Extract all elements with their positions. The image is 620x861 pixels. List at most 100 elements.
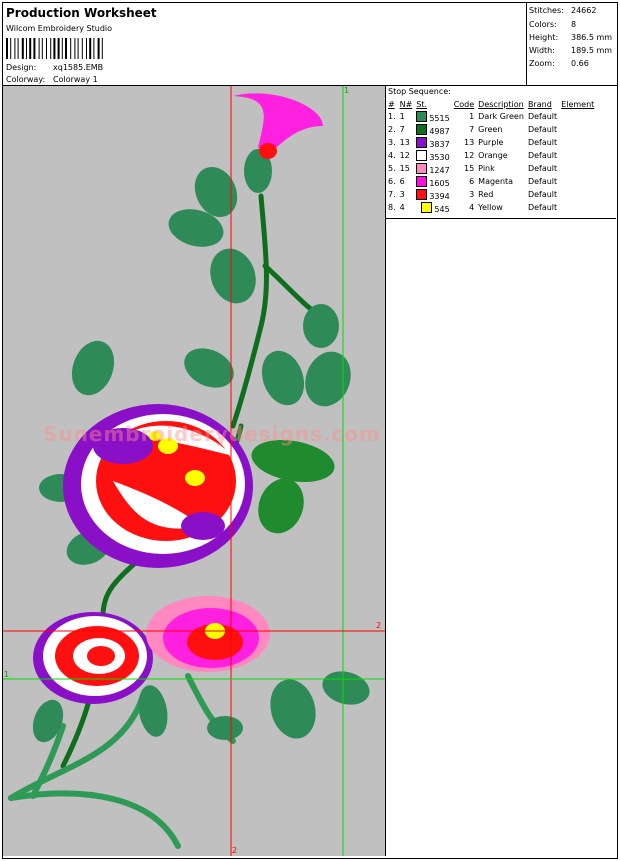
stat-value: 24662: [571, 6, 597, 15]
color-swatch: [416, 123, 428, 135]
color-swatch: [416, 175, 428, 187]
color-code: 15: [463, 164, 475, 173]
leaf: [261, 350, 305, 406]
table-row: 2. 7 4987 7 Green Default: [387, 123, 597, 136]
leaf: [32, 699, 64, 743]
color-description: Magenta: [478, 177, 514, 186]
stitch-count: 1605: [429, 178, 450, 188]
stitch-count-cell: 5515: [415, 110, 452, 123]
leaf: [71, 340, 115, 396]
color-description: Red: [478, 190, 494, 199]
element: [560, 123, 597, 136]
barcode: [6, 38, 103, 59]
row-number: 4.: [388, 151, 396, 160]
brand: Default: [527, 138, 558, 147]
page-title: Production Worksheet: [6, 6, 157, 20]
col-header: N#: [399, 99, 413, 109]
stat-label: Colors:: [529, 20, 557, 29]
needle-number: 15: [399, 164, 410, 173]
stitch-count-cell: 3530: [415, 149, 452, 162]
brand: Default: [527, 203, 558, 212]
bud-center: [259, 143, 277, 159]
row-number: 2.: [388, 125, 396, 134]
needle-number: 12: [399, 151, 410, 160]
colorway-row: Colorway: Colorway 1: [6, 75, 98, 84]
color-description: Purple: [478, 138, 504, 147]
worksheet-header: Production Worksheet Wilcom Embroidery S…: [3, 3, 525, 85]
stat-value: 189.5 mm: [571, 46, 613, 55]
color-swatch: [416, 136, 428, 148]
stitch-count-cell: 4987: [415, 123, 452, 136]
stem-green: [8, 693, 146, 801]
col-header: Element: [561, 99, 595, 109]
element: [560, 149, 597, 162]
brand: Default: [527, 164, 558, 173]
guide-label: 1: [344, 86, 350, 95]
brand: Default: [527, 177, 558, 186]
stitch-count: 1247: [429, 165, 450, 175]
row-number: 8.: [388, 203, 396, 212]
color-code: 12: [463, 151, 475, 160]
needle-number: 6: [399, 177, 405, 186]
guide-label: 2: [232, 846, 238, 855]
color-code: 13: [463, 138, 475, 147]
rose-flower-left: [33, 612, 153, 704]
colorway-value: Colorway 1: [53, 75, 98, 84]
guide-label: 2: [376, 621, 382, 630]
table-row: 8. 4 545 4 Yellow Default: [387, 201, 597, 214]
col-header: St.: [416, 99, 428, 109]
element: [560, 188, 597, 201]
stitch-count: 545: [434, 204, 450, 214]
color-code: 6: [469, 177, 475, 186]
color-swatch: [416, 162, 428, 174]
stitch-count: 3394: [429, 191, 450, 201]
stat-width: Width: 189.5 mm: [529, 46, 612, 55]
needle-number: 13: [399, 138, 410, 147]
color-code: 4: [469, 203, 475, 212]
stat-zoom: Zoom: 0.66: [529, 59, 589, 68]
stitch-count-cell: 1247: [415, 162, 452, 175]
col-header: Description: [478, 99, 524, 109]
col-header: #: [388, 99, 395, 109]
brand: Default: [527, 112, 558, 121]
stitch-count: 3530: [429, 152, 450, 162]
table-row: 6. 6 1605 6 Magenta Default: [387, 175, 597, 188]
stem-green: [8, 790, 181, 849]
color-description: Dark Green: [478, 112, 524, 121]
needle-number: 3: [399, 190, 405, 199]
stat-height: Height: 386.5 mm: [529, 33, 612, 42]
element: [560, 201, 597, 214]
needle-number: 4: [399, 203, 405, 212]
row-number: 3.: [388, 138, 396, 147]
table-row: 5. 15 1247 15 Pink Default: [387, 162, 597, 175]
color-swatch: [421, 201, 433, 213]
stop-sequence-table: # N# St. Code Description Brand Element …: [387, 98, 597, 214]
color-swatch: [416, 149, 428, 161]
stat-label: Width:: [529, 46, 555, 55]
stop-sequence-panel: Stop Sequence: # N# St. Code Description…: [386, 86, 616, 219]
stats-panel: Stitches: 24662 Colors: 8 Height: 386.5 mm …: [526, 3, 617, 85]
stitch-count-cell: 3837: [415, 136, 452, 149]
color-swatch: [416, 110, 428, 122]
leaf: [258, 478, 304, 534]
stop-sequence-title: Stop Sequence:: [388, 87, 451, 96]
brand: Default: [527, 151, 558, 160]
company-name: Wilcom Embroidery Studio: [6, 24, 113, 33]
leaf: [303, 304, 339, 348]
color-code: 1: [469, 112, 475, 121]
table-row: 3. 13 3837 13 Purple Default: [387, 136, 597, 149]
design-row: Design: xq1585.EMB: [6, 63, 103, 72]
bud-petal: [233, 93, 323, 151]
col-header: Brand: [527, 99, 552, 109]
stitch-count: 5515: [429, 113, 450, 123]
color-swatch: [416, 188, 428, 200]
table-row: 1. 1 5515 1 Dark Green Default: [387, 110, 597, 123]
leaf: [210, 248, 256, 304]
stitch-count-cell: 1605: [415, 175, 452, 188]
stitch-count-cell: 3394: [415, 188, 452, 201]
main-stem: [230, 193, 269, 429]
table-row: 7. 3 3394 3 Red Default: [387, 188, 597, 201]
needle-number: 7: [399, 125, 405, 134]
design-label: Design:: [6, 63, 37, 72]
stat-label: Stitches:: [529, 6, 564, 15]
